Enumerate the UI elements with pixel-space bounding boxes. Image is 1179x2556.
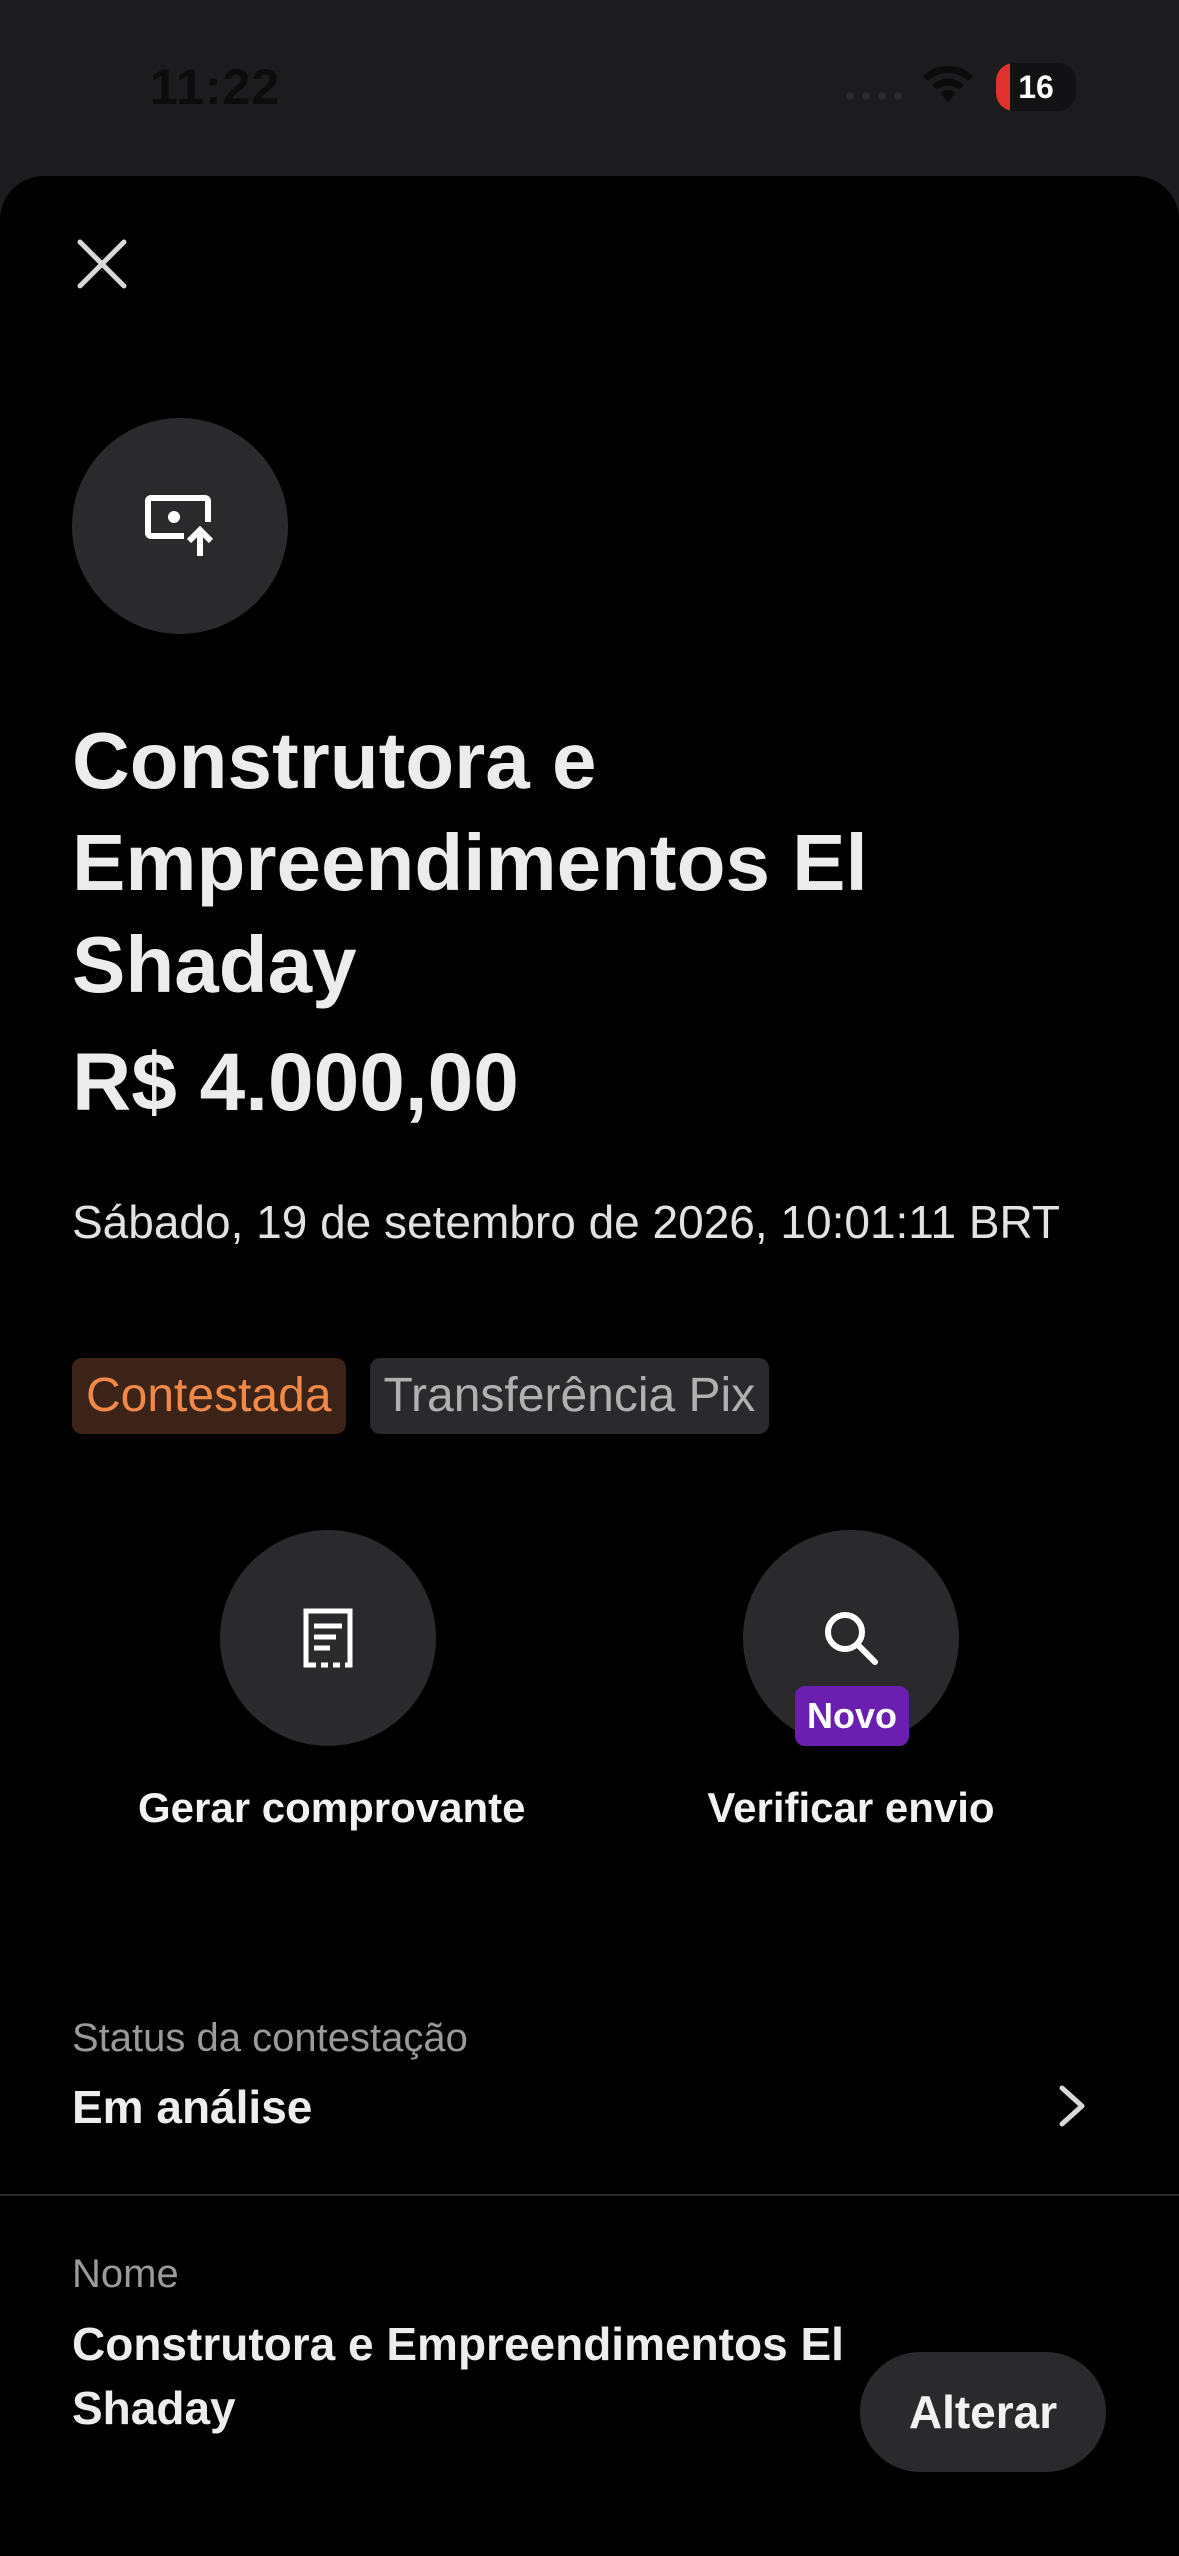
money-transfer-upload-icon: [145, 495, 214, 558]
close-icon[interactable]: [70, 232, 134, 296]
battery-icon: 16: [996, 63, 1076, 111]
wifi-icon: [923, 65, 973, 102]
transaction-sheet: Construtora e Empreendimentos El Shaday …: [0, 176, 1179, 2556]
type-badge-pix: Transferência Pix: [369, 1358, 770, 1434]
name-label: Nome: [72, 2252, 179, 2296]
generate-receipt-circle[interactable]: [220, 1530, 436, 1746]
signal-dots: [846, 92, 906, 102]
chevron-right-icon: [1059, 2085, 1085, 2127]
status-bar: 11:22 16: [0, 0, 1179, 176]
name-section: Nome Construtora e Empreendimentos El Sh…: [0, 2252, 1179, 2512]
dispute-status-label: Status da contestação: [72, 2016, 468, 2060]
search-icon: [825, 1612, 878, 1665]
name-value: Construtora e Empreendimentos El Shaday: [72, 2318, 844, 2434]
receipt-icon: [303, 1608, 353, 1668]
battery-percent: 16: [1018, 69, 1054, 105]
transaction-amount: R$ 4.000,00: [72, 1037, 519, 1128]
tag-list: Contestada Transferência Pix: [72, 1358, 770, 1434]
dispute-status-row[interactable]: Status da contestação Em análise: [0, 2006, 1179, 2196]
generate-receipt-button[interactable]: Gerar comprovante: [138, 1530, 526, 1850]
transaction-avatar: [72, 418, 288, 634]
verify-delivery-button[interactable]: Novo Verificar envio: [661, 1530, 1041, 1850]
generate-receipt-label: Gerar comprovante: [138, 1784, 526, 1831]
dispute-status-value: Em análise: [72, 2081, 313, 2133]
transaction-datetime: Sábado, 19 de setembro de 2026, 10:01:11…: [72, 1196, 1061, 1248]
divider: [0, 2194, 1179, 2196]
status-time: 11:22: [150, 59, 281, 115]
status-badge-contested: Contestada: [72, 1358, 346, 1434]
change-name-button[interactable]: Alterar: [860, 2352, 1106, 2472]
new-badge: Novo: [795, 1686, 909, 1746]
verify-delivery-label: Verificar envio: [707, 1784, 995, 1831]
page-title: Construtora e Empreendimentos El Shaday: [72, 716, 868, 1009]
